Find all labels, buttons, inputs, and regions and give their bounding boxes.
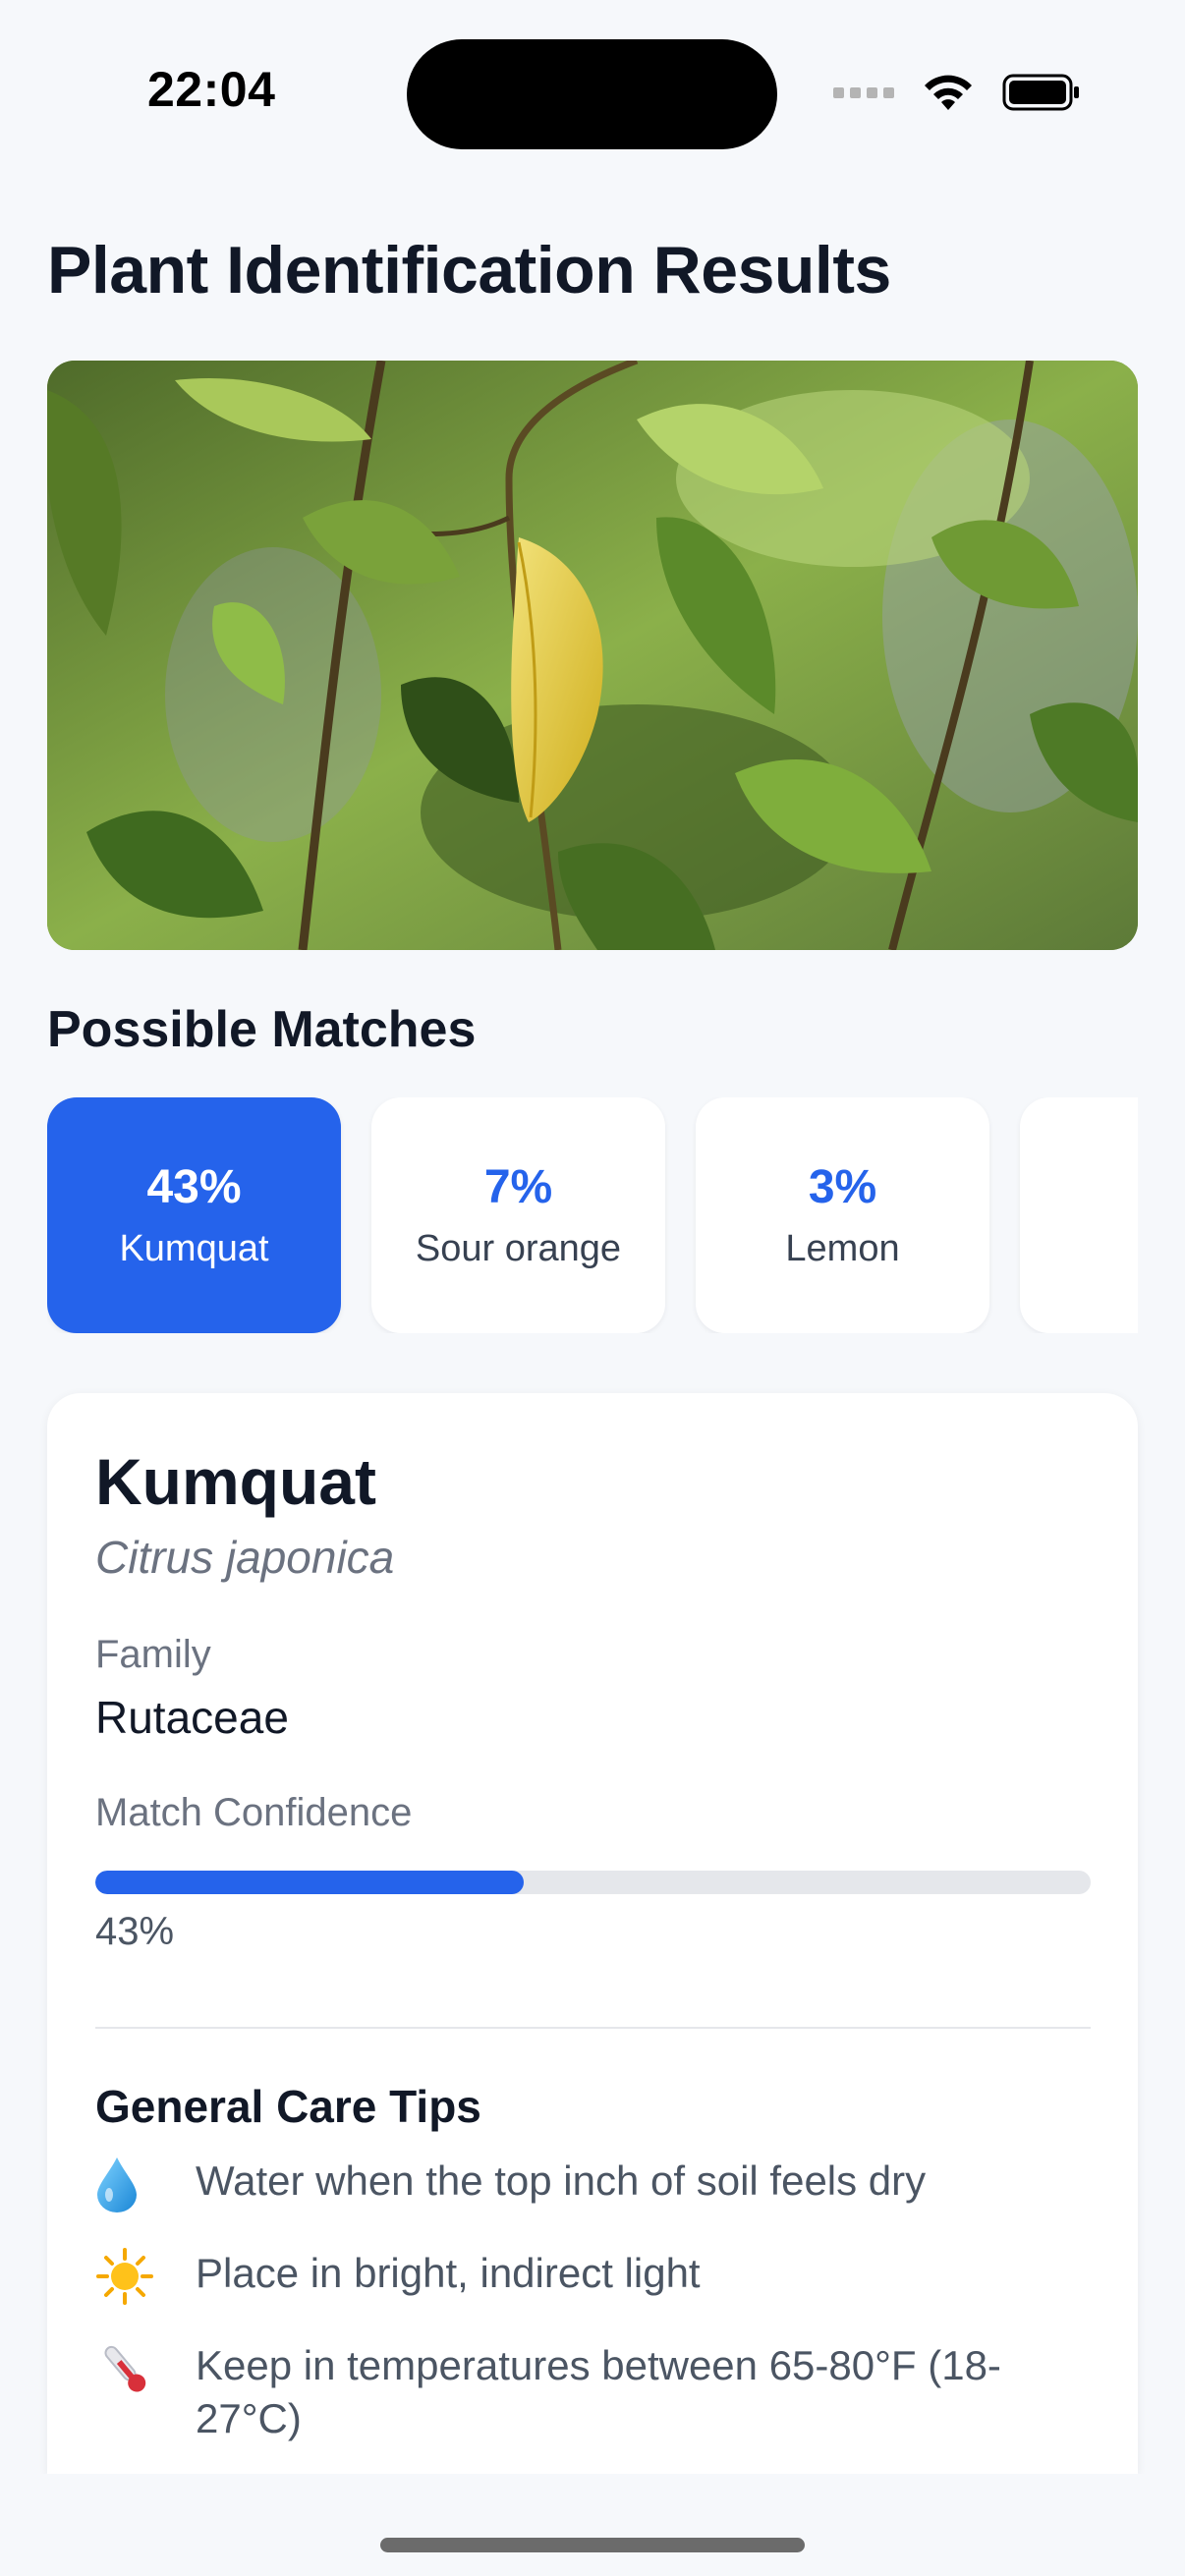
possible-matches-heading: Possible Matches [47,1001,477,1058]
family-label: Family [95,1633,211,1676]
match-percent: 3% [808,1161,877,1213]
battery-icon [1002,74,1079,111]
family-value: Rutaceae [95,1692,289,1743]
match-name: Lemon [785,1228,900,1269]
match-name: Sour orange [415,1228,622,1269]
match-percent: 7% [483,1161,553,1213]
confidence-progress-fill [95,1871,524,1894]
screen: 22:04 Plant Identification Results Possi… [0,0,1185,2576]
care-tips-heading: General Care Tips [95,2081,481,2132]
water-drop-icon [95,2155,162,2213]
sun-icon [95,2247,162,2306]
thermometer-icon [95,2339,162,2398]
status-icons [833,73,1081,112]
care-tip-text: Keep in temperatures between 65-80°F (18… [196,2342,1001,2441]
match-chip-kumquat[interactable]: 43% Kumquat [47,1097,341,1333]
divider [95,2027,1091,2029]
care-tips-list: Water when the top inch of soil feels dr… [95,2155,1091,2445]
care-tip: Keep in temperatures between 65-80°F (18… [95,2339,1091,2445]
match-chip-partial[interactable]: 2 Le [1020,1097,1138,1333]
confidence-label: Match Confidence [95,1791,413,1834]
bottom-safe-area [0,2474,1185,2576]
confidence-value: 43% [95,1910,175,1953]
care-tip: Water when the top inch of soil feels dr… [95,2155,1091,2213]
match-chip-sour-orange[interactable]: 7% Sour orange [371,1097,665,1333]
plant-photo [47,361,1138,950]
care-tip: Place in bright, indirect light [95,2247,1091,2306]
cellular-signal-icon [833,86,894,98]
care-tip-text: Place in bright, indirect light [196,2250,701,2296]
status-time: 22:04 [147,62,276,117]
plant-detail-card: Kumquat Citrus japonica Family Rutaceae … [47,1393,1138,2474]
care-tip-text: Water when the top inch of soil feels dr… [196,2157,927,2204]
page-title: Plant Identification Results [47,233,891,308]
home-indicator[interactable] [380,2538,805,2552]
wifi-icon [925,75,972,110]
match-percent: 43% [146,1161,242,1213]
match-name: Kumquat [119,1228,269,1269]
dynamic-island [407,39,777,149]
match-chip-lemon[interactable]: 3% Lemon [696,1097,989,1333]
confidence-progress-bar [95,1871,1091,1894]
scientific-name: Citrus japonica [95,1532,395,1583]
matches-scroller[interactable]: 43% Kumquat 7% Sour orange 3% Lemon 2 Le [47,1097,1138,1333]
plant-name: Kumquat [95,1445,376,1518]
